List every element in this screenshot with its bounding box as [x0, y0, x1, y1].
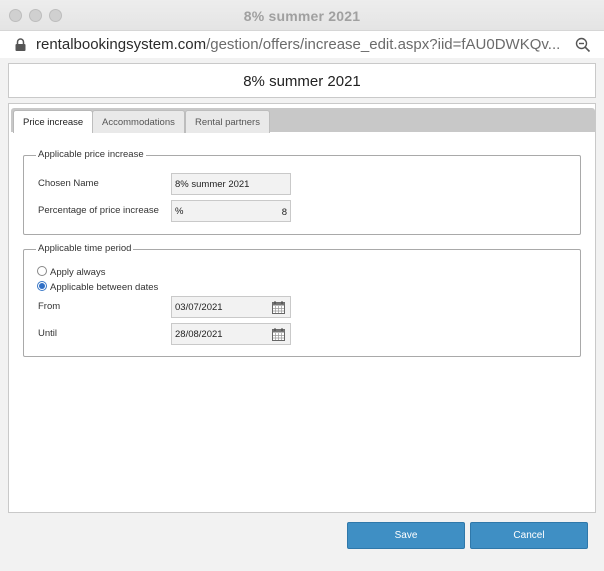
- tab-price-increase[interactable]: Price increase: [13, 110, 94, 133]
- time-period-group: Applicable time period: [23, 243, 581, 357]
- url-domain: rentalbookingsystem.com: [36, 36, 207, 53]
- percentage-value: 8: [281, 207, 287, 218]
- lock-icon: [15, 38, 26, 51]
- between-dates-radio[interactable]: [37, 281, 47, 291]
- save-button[interactable]: Save: [347, 522, 465, 549]
- calendar-icon[interactable]: [272, 328, 285, 341]
- apply-always-radio[interactable]: [37, 266, 47, 276]
- chosen-name-value: 8% summer 2021: [175, 179, 250, 190]
- url-text[interactable]: rentalbookingsystem.com/gestion/offers/i…: [36, 36, 566, 53]
- address-bar: rentalbookingsystem.com/gestion/offers/i…: [0, 31, 604, 58]
- page-title: 8% summer 2021: [243, 73, 361, 90]
- percentage-label: Percentage of price increase: [38, 205, 159, 216]
- zoom-out-icon[interactable]: [575, 37, 591, 53]
- percentage-field[interactable]: % 8: [171, 200, 291, 222]
- until-date-value: 28/08/2021: [175, 329, 223, 340]
- cancel-button[interactable]: Cancel: [470, 522, 588, 549]
- between-dates-label[interactable]: Applicable between dates: [50, 282, 158, 293]
- calendar-icon[interactable]: [272, 301, 285, 314]
- from-date-field[interactable]: 03/07/2021: [171, 296, 291, 318]
- apply-always-label[interactable]: Apply always: [50, 267, 105, 278]
- chosen-name-label: Chosen Name: [38, 178, 99, 189]
- price-increase-group: Applicable price increase: [23, 149, 581, 235]
- percentage-unit: %: [175, 206, 184, 217]
- from-label: From: [38, 301, 61, 312]
- price-group-legend: Applicable price increase: [36, 149, 146, 160]
- tab-rental-partners[interactable]: Rental partners: [185, 110, 270, 133]
- chosen-name-field[interactable]: 8% summer 2021: [171, 173, 291, 195]
- until-label: Until: [38, 328, 58, 339]
- window-titlebar: 8% summer 2021: [0, 0, 604, 31]
- time-group-legend: Applicable time period: [36, 243, 134, 254]
- until-date-field[interactable]: 28/08/2021: [171, 323, 291, 345]
- page-header: 8% summer 2021: [8, 63, 596, 98]
- window-title: 8% summer 2021: [243, 8, 361, 24]
- tab-accommodations[interactable]: Accommodations: [92, 110, 185, 133]
- from-date-value: 03/07/2021: [175, 302, 223, 313]
- url-path: /gestion/offers/increase_edit.aspx?iid=f…: [206, 36, 561, 53]
